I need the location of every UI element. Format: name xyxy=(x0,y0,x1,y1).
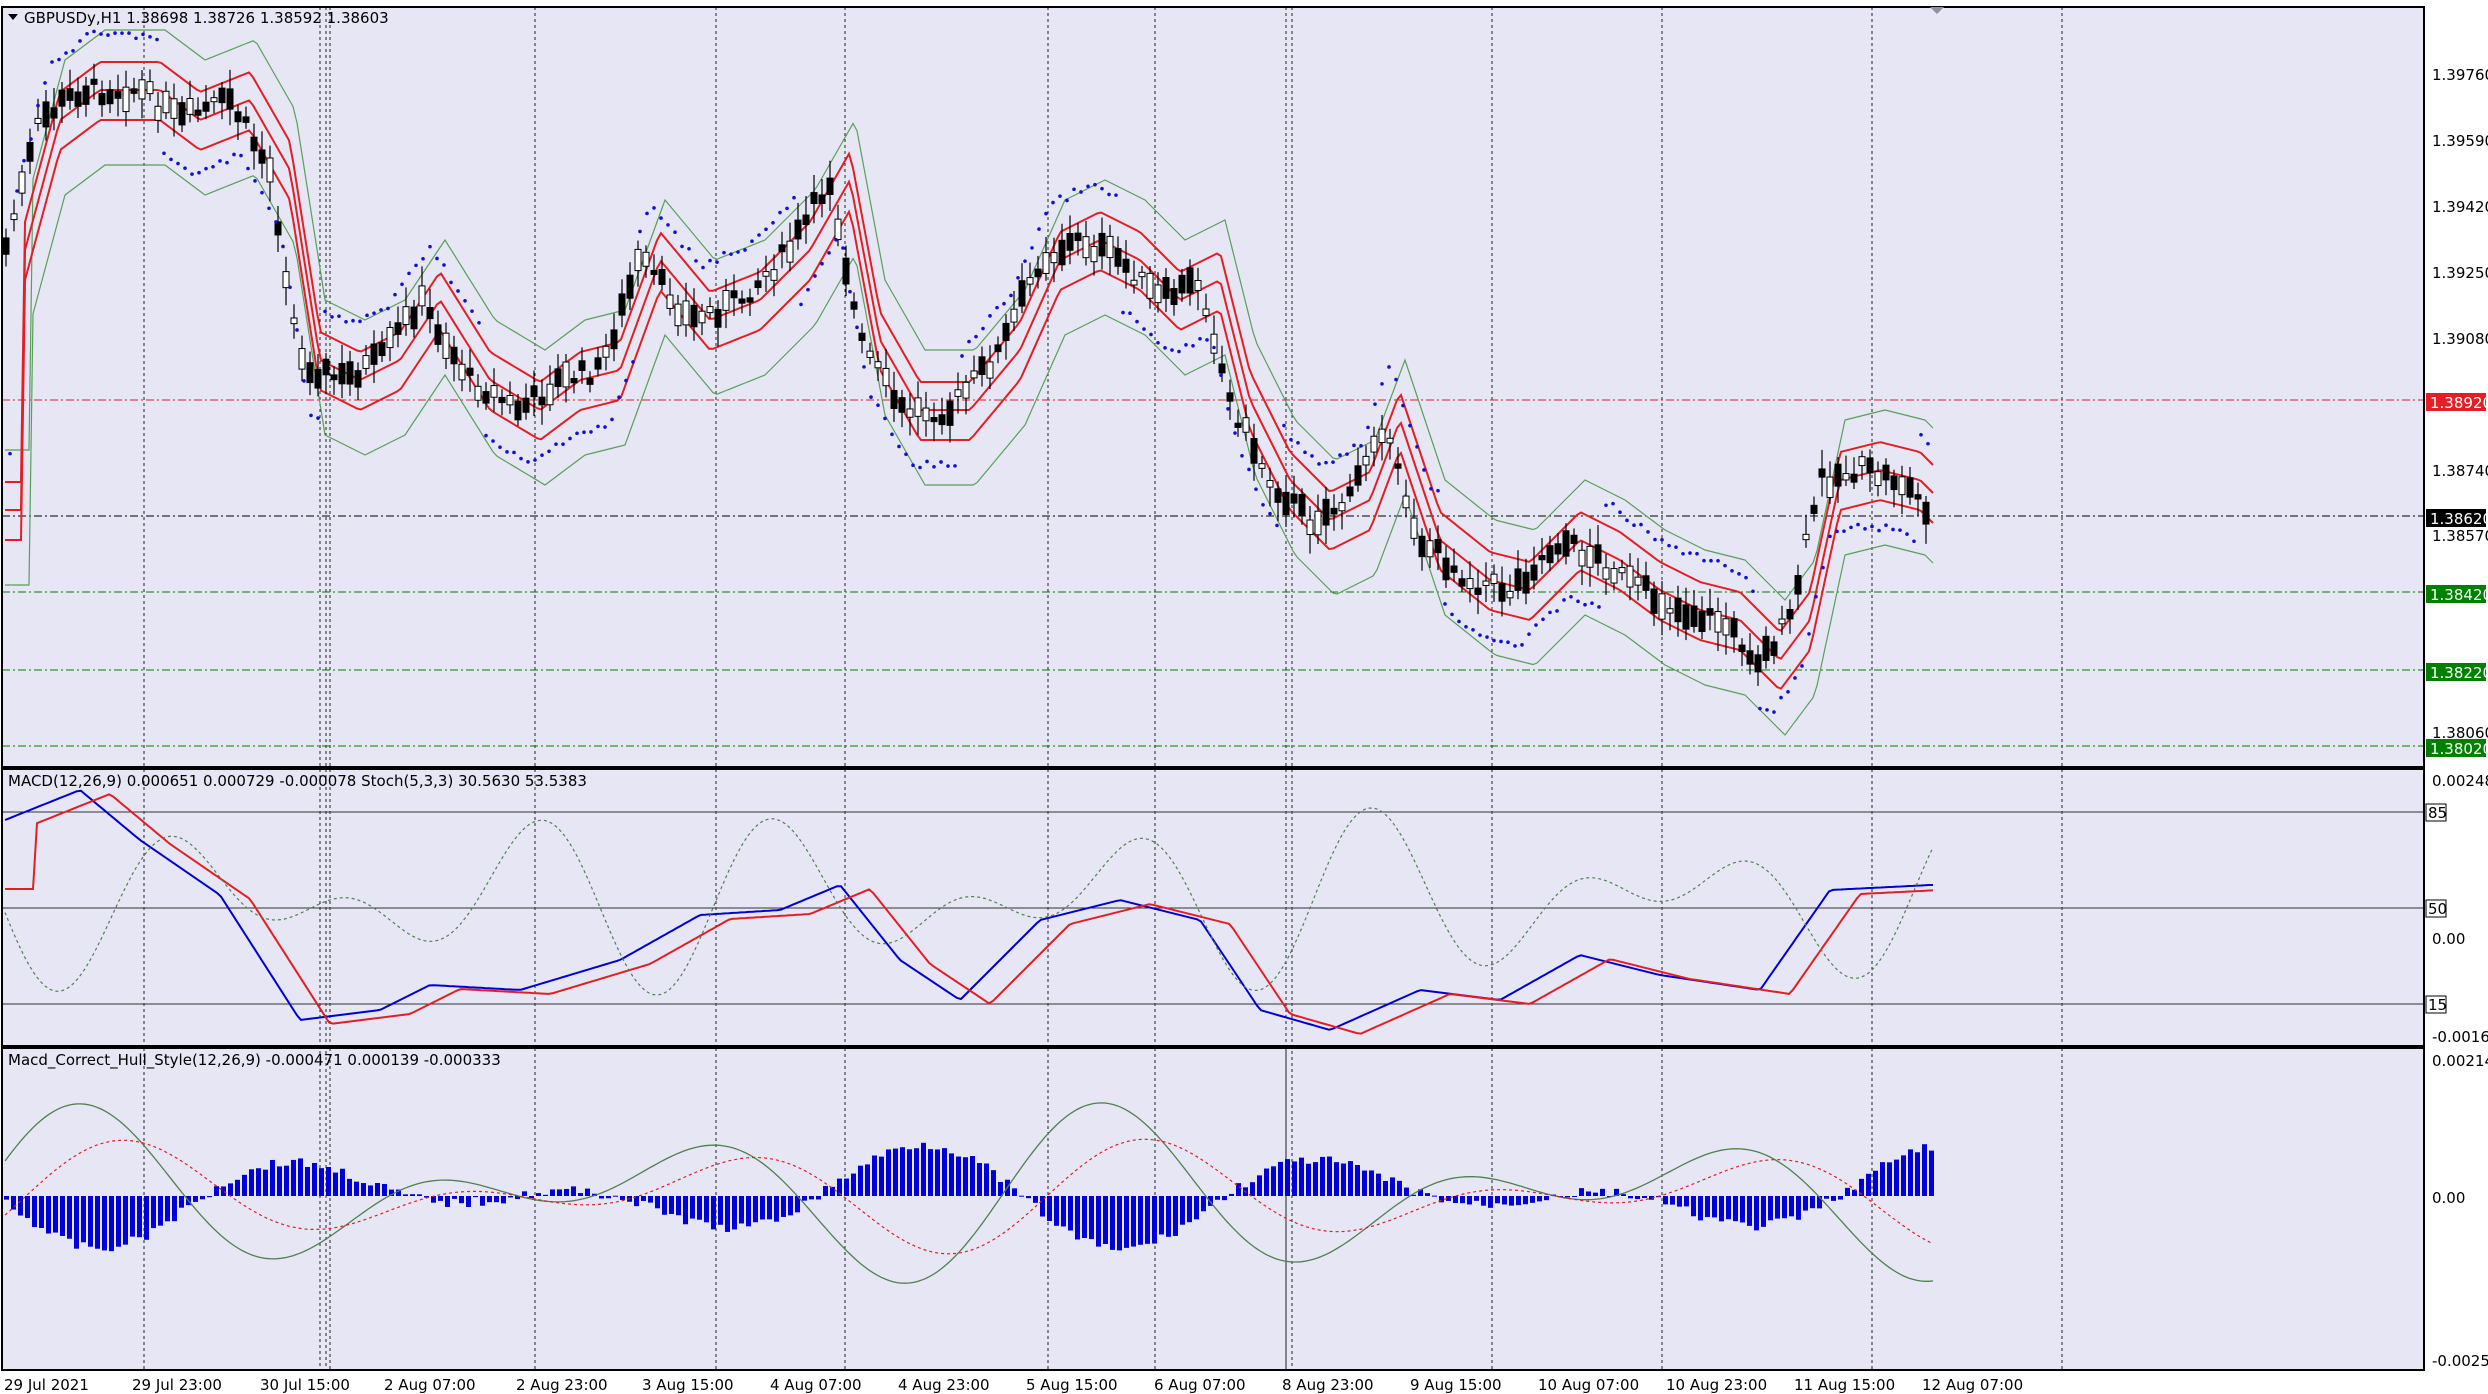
stoch-level-tag: 15 xyxy=(2428,996,2447,1014)
hull-macd-panel[interactable] xyxy=(2,1048,2424,1370)
level-tag: 1.38420 xyxy=(2430,586,2488,604)
time-label: 6 Aug 07:00 xyxy=(1154,1376,1246,1394)
price-label: 1.39420 xyxy=(2432,198,2488,216)
price-label: 1.38740 xyxy=(2432,462,2488,480)
price-label: 1.39250 xyxy=(2432,264,2488,282)
time-label: 4 Aug 23:00 xyxy=(898,1376,990,1394)
macd-header: MACD(12,26,9) 0.000651 0.000729 -0.00007… xyxy=(8,772,587,790)
time-label: 2 Aug 23:00 xyxy=(516,1376,608,1394)
time-label: 11 Aug 15:00 xyxy=(1794,1376,1895,1394)
price-label: 1.39760 xyxy=(2432,66,2488,84)
time-label: 2 Aug 07:00 xyxy=(384,1376,476,1394)
time-label: 29 Jul 2021 xyxy=(4,1376,89,1394)
level-tag: 1.38220 xyxy=(2430,664,2488,682)
level-tag: 1.38020 xyxy=(2430,740,2488,758)
scale-label: 0.002148 xyxy=(2432,1052,2488,1070)
time-label: 12 Aug 07:00 xyxy=(1922,1376,2023,1394)
time-label: 5 Aug 15:00 xyxy=(1026,1376,1118,1394)
time-label: 3 Aug 15:00 xyxy=(642,1376,734,1394)
trading-chart[interactable]: GBPUSDy,H1 1.38698 1.38726 1.38592 1.386… xyxy=(0,0,2488,1394)
hull-header: Macd_Correct_Hull_Style(12,26,9) -0.0004… xyxy=(8,1051,501,1070)
time-label: 9 Aug 15:00 xyxy=(1410,1376,1502,1394)
level-tag: 1.38920 xyxy=(2430,394,2488,412)
price-label: 1.39590 xyxy=(2432,132,2488,150)
main-chart-panel[interactable] xyxy=(2,7,2424,767)
scale-label: -0.001603 xyxy=(2432,1028,2488,1046)
time-label: 4 Aug 07:00 xyxy=(770,1376,862,1394)
price-label: 1.39080 xyxy=(2432,330,2488,348)
stoch-level-tag: 85 xyxy=(2428,804,2447,822)
scale-label: -0.002574 xyxy=(2432,1352,2488,1370)
scale-label: 0.00 xyxy=(2432,930,2465,948)
scale-label: 0.00 xyxy=(2432,1189,2465,1207)
price-label: 1.38570 xyxy=(2432,527,2488,545)
time-label: 30 Jul 15:00 xyxy=(260,1376,350,1394)
time-label: 10 Aug 23:00 xyxy=(1666,1376,1767,1394)
symbol-header: GBPUSDy,H1 1.38698 1.38726 1.38592 1.386… xyxy=(24,9,389,27)
level-tag: 1.38620 xyxy=(2430,510,2488,528)
tagged-price-levels: 1.38920 1.38620 1.38420 1.38220 1.38020 xyxy=(2426,393,2488,758)
time-label: 29 Jul 23:00 xyxy=(132,1376,222,1394)
macd-scale: 0.002486 0.00 -0.001603 85 50 15 xyxy=(2425,772,2488,1046)
hull-scale: 0.002148 0.00 -0.002574 xyxy=(2432,1052,2488,1370)
time-label: 8 Aug 23:00 xyxy=(1282,1376,1374,1394)
scale-label: 0.002486 xyxy=(2432,772,2488,790)
time-label: 10 Aug 07:00 xyxy=(1538,1376,1639,1394)
time-axis: 29 Jul 2021 29 Jul 23:00 30 Jul 15:00 2 … xyxy=(4,1376,2023,1394)
stoch-level-tag: 50 xyxy=(2428,900,2447,918)
